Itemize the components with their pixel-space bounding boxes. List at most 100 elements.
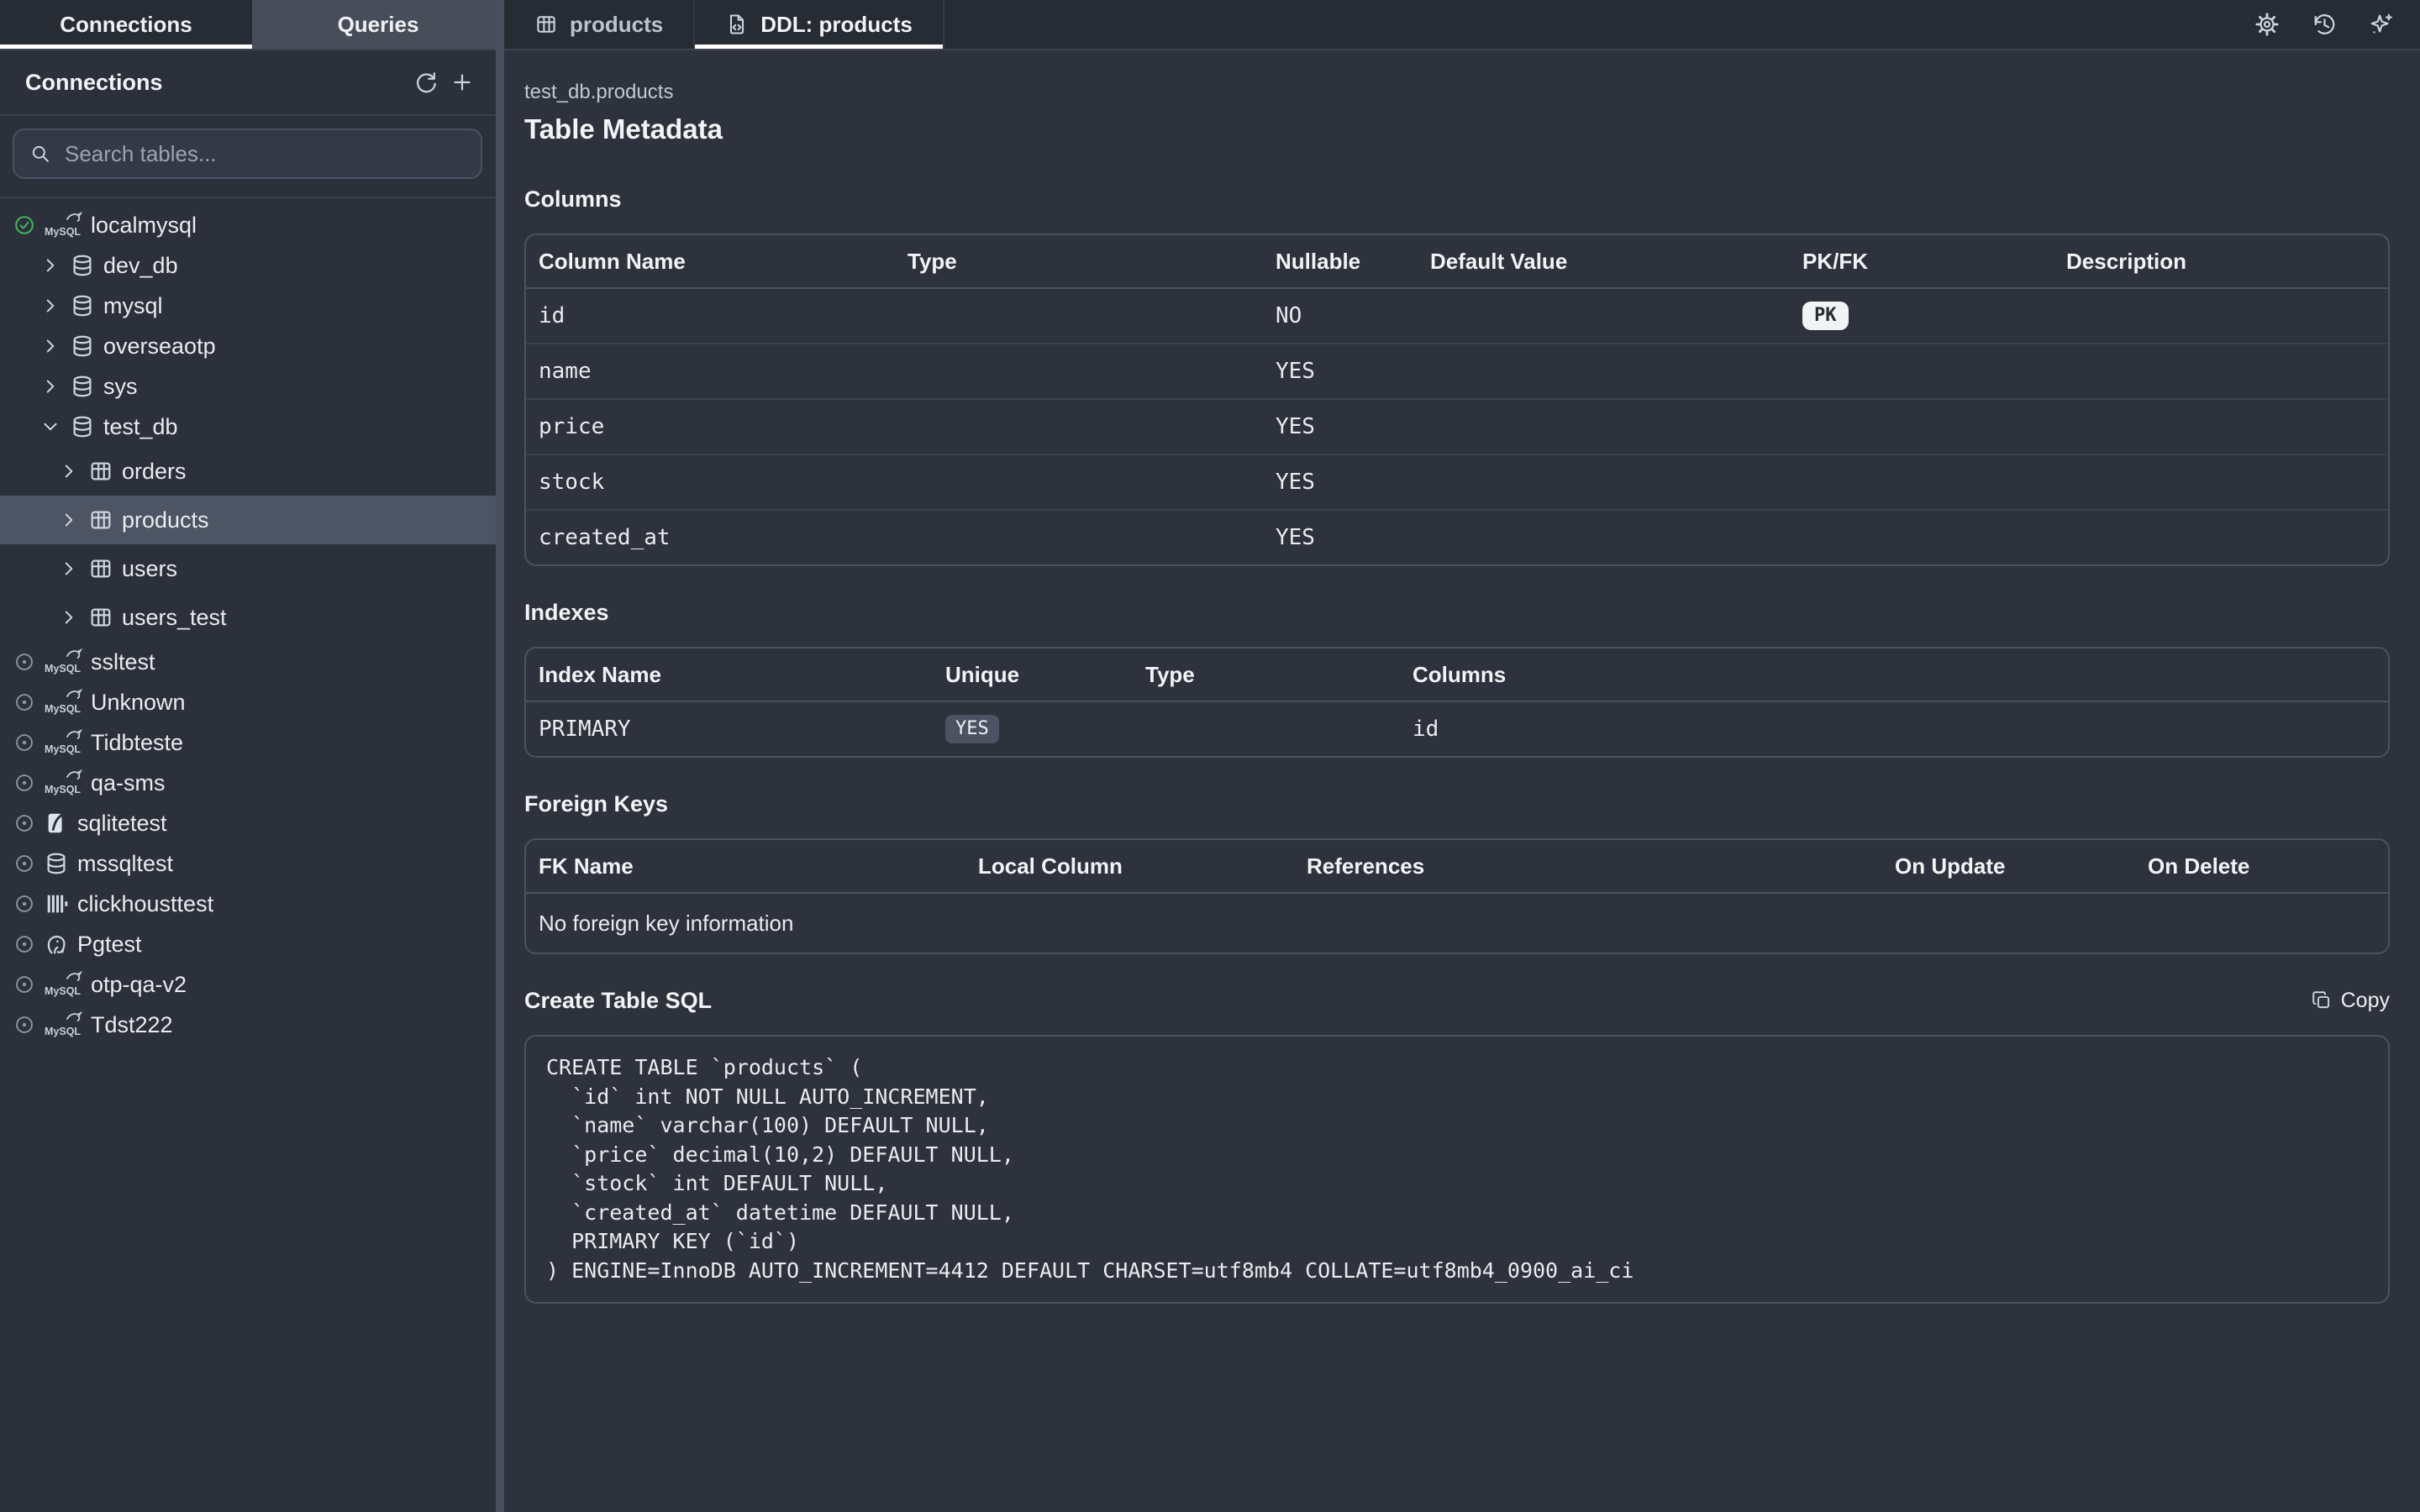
connection-item[interactable]: MySQLUnknown [0, 682, 504, 722]
database-item[interactable]: overseaotp [0, 326, 504, 366]
tree-item-label: Unknown [91, 690, 186, 716]
sidebar-tab-connections-label: Connections [60, 12, 192, 38]
tree-item-label: qa-sms [91, 770, 166, 796]
copy-icon [2311, 990, 2333, 1011]
status-idle-icon [13, 933, 35, 955]
cell-nullable: YES [1263, 525, 1418, 550]
svg-text:MySQL: MySQL [45, 985, 81, 997]
tree-item-label: test_db [103, 414, 178, 440]
table-row[interactable]: priceYES [526, 400, 2388, 455]
database-icon [44, 851, 69, 876]
status-idle-icon [13, 812, 35, 834]
chevron-right-icon[interactable] [58, 509, 80, 531]
svg-text:MySQL: MySQL [45, 1026, 81, 1037]
table-row[interactable]: stockYES [526, 455, 2388, 511]
connection-item[interactable]: Pgtest [0, 924, 504, 964]
tab-ddl-products[interactable]: DDL: products [695, 0, 944, 49]
database-icon [70, 414, 95, 439]
tree-item-label: sys [103, 374, 138, 400]
database-icon [70, 293, 95, 318]
foreign-keys-table: FK NameLocal ColumnReferencesOn UpdateOn… [524, 838, 2390, 954]
table-icon [88, 605, 113, 630]
sidebar-tab-connections[interactable]: Connections [0, 0, 252, 49]
table-item[interactable]: orders [0, 447, 504, 496]
table-row[interactable]: created_at YES [526, 511, 2388, 564]
gear-icon [2254, 12, 2280, 37]
cell-column-name: stock [526, 470, 895, 495]
chevron-right-icon[interactable] [39, 295, 61, 317]
sidebar-tab-queries[interactable]: Queries [252, 0, 504, 49]
tree-item-label: Pgtest [77, 932, 142, 958]
connections-panel-header: Connections [0, 50, 504, 116]
connection-item[interactable]: clickhousttest [0, 884, 504, 924]
mysql-icon: MySQL [44, 729, 82, 756]
tree-item-label: users_test [122, 605, 227, 631]
refresh-connections-button[interactable] [407, 64, 444, 101]
column-header: On Delete [2135, 853, 2388, 879]
chevron-right-icon[interactable] [58, 606, 80, 628]
tree-item-label: dev_db [103, 253, 178, 279]
table-item[interactable]: users [0, 544, 504, 593]
cell-column-name: created_at [526, 525, 895, 550]
database-item[interactable]: mysql [0, 286, 504, 326]
tree-item-label: sqlitetest [77, 811, 167, 837]
tree-item-label: Tdst222 [91, 1012, 173, 1038]
plus-icon [450, 70, 475, 95]
connection-item[interactable]: MySQLqa-sms [0, 763, 504, 803]
connection-item[interactable]: MySQL Tdst222 [0, 1005, 504, 1045]
chevron-right-icon[interactable] [39, 375, 61, 397]
editor-tab-bar: products DDL: products [504, 0, 2420, 50]
mysql-icon: MySQL [44, 971, 82, 998]
table-item[interactable]: products [0, 496, 504, 544]
copy-sql-button[interactable]: Copy [2311, 989, 2390, 1013]
chevron-right-icon[interactable] [58, 558, 80, 580]
table-item[interactable]: users_test [0, 593, 504, 642]
settings-button[interactable] [2249, 6, 2286, 43]
column-header: Columns [1400, 662, 2388, 688]
connection-item[interactable]: MySQLotp-qa-v2 [0, 964, 504, 1005]
main-area: products DDL: products test_db.products … [504, 0, 2420, 1512]
create-table-sql-code: CREATE TABLE `products` ( `id` int NOT N… [546, 1053, 2368, 1285]
breadcrumb: test_db.products [524, 81, 2390, 104]
metadata-page: test_db.products Table Metadata Columns … [504, 50, 2420, 1512]
tree-item-label: users [122, 556, 177, 582]
cell-index-columns: id [1400, 717, 2388, 742]
table-row[interactable]: idNOPK [526, 289, 2388, 344]
sidebar-scrollbar[interactable] [496, 0, 504, 1512]
cell-column-name: price [526, 414, 895, 439]
database-item[interactable]: test_db [0, 407, 504, 447]
page-title: Table Metadata [524, 113, 2390, 146]
file-code-icon [725, 13, 749, 36]
chevron-right-icon[interactable] [58, 460, 80, 482]
sidebar: Connections Queries Connections MySQLloc… [0, 0, 504, 1512]
connection-item[interactable]: MySQLssltest [0, 642, 504, 682]
copy-button-label: Copy [2341, 989, 2390, 1013]
columns-table: Column NameTypeNullableDefault ValuePK/F… [524, 234, 2390, 566]
status-idle-icon [13, 772, 35, 794]
chevron-right-icon[interactable] [39, 335, 61, 357]
table-row[interactable]: nameYES [526, 344, 2388, 400]
status-idle-icon [13, 732, 35, 753]
history-icon [2312, 12, 2337, 37]
connection-item[interactable]: mssqltest [0, 843, 504, 884]
svg-text:MySQL: MySQL [45, 663, 81, 675]
search-icon [29, 143, 51, 165]
chevron-down-icon[interactable] [39, 416, 61, 438]
connection-item[interactable]: sqlitetest [0, 803, 504, 843]
cell-nullable: YES [1263, 359, 1418, 384]
indexes-table: Index NameUniqueTypeColumnsPRIMARYYESid [524, 647, 2390, 758]
database-item[interactable]: dev_db [0, 245, 504, 286]
chevron-right-icon[interactable] [39, 255, 61, 276]
history-button[interactable] [2306, 6, 2343, 43]
tab-products[interactable]: products [504, 0, 695, 49]
ai-assistant-button[interactable] [2363, 6, 2400, 43]
table-row[interactable]: PRIMARYYESid [526, 702, 2388, 756]
tab-ddl-products-label: DDL: products [760, 12, 913, 38]
add-connection-button[interactable] [444, 64, 481, 101]
column-header: Unique [933, 662, 1133, 688]
connections-panel-title: Connections [25, 70, 407, 96]
database-item[interactable]: sys [0, 366, 504, 407]
connection-item[interactable]: MySQLTidbteste [0, 722, 504, 763]
connection-item[interactable]: MySQLlocalmysql [0, 205, 504, 245]
search-input[interactable] [63, 140, 466, 168]
